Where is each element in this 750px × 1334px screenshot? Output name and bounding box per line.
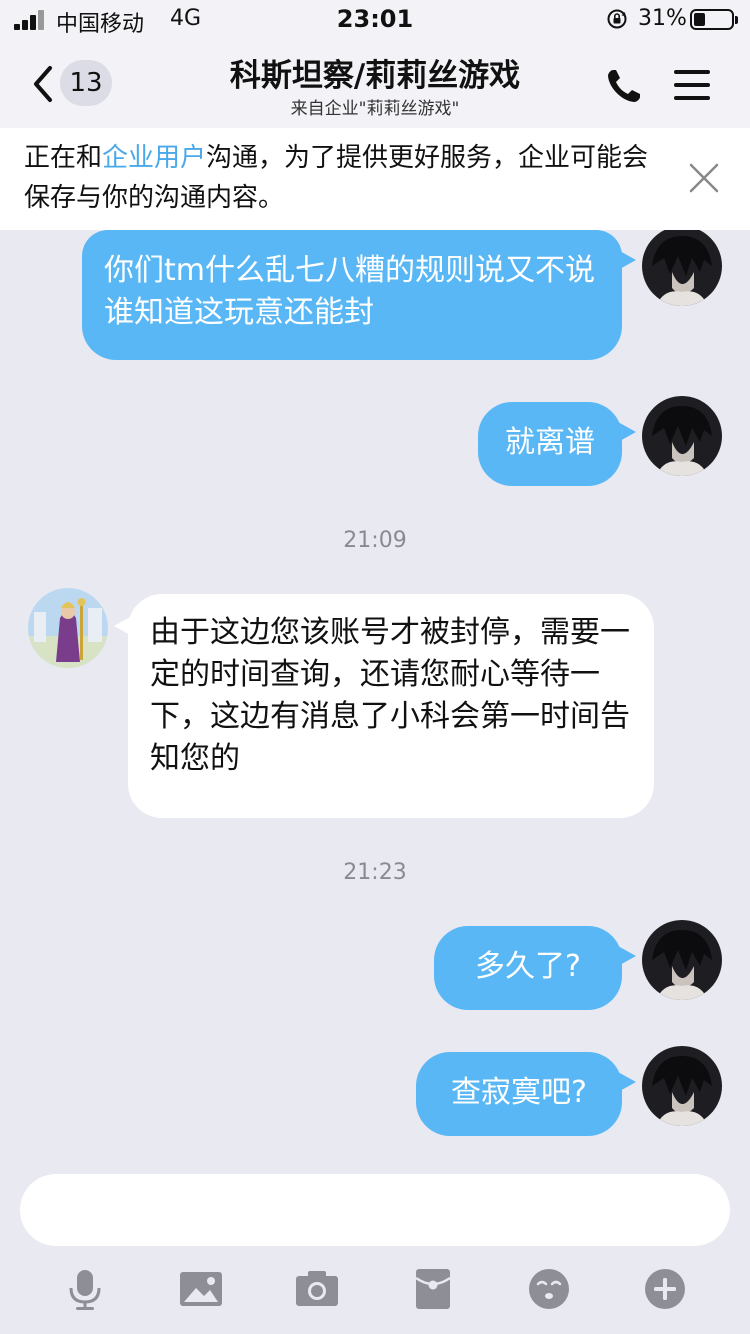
nav-bar: 13 科斯坦察/莉莉丝游戏 来自企业"莉莉丝游戏" (0, 40, 750, 128)
message-input[interactable] (20, 1174, 730, 1246)
message-text: 就离谱 (505, 425, 595, 460)
bubble-tail (618, 250, 636, 270)
battery-icon (690, 9, 738, 30)
outgoing-message[interactable]: 多久了? (434, 926, 622, 1010)
camera-icon[interactable] (294, 1266, 340, 1312)
outgoing-message[interactable]: 你们tm什么乱七八糟的规则说又不说谁知道这玩意还能封 (82, 230, 622, 360)
notice-prefix: 正在和 (24, 143, 103, 173)
message-text: 查寂寞吧? (451, 1075, 587, 1110)
rotation-lock-icon (607, 9, 627, 29)
bubble-tail (618, 422, 636, 442)
message-text: 由于这边您该账号才被封停，需要一定的时间查询，还请您耐心等待一下，这边有消息了小… (150, 615, 630, 776)
my-avatar[interactable] (642, 1046, 722, 1126)
my-avatar[interactable] (642, 920, 722, 1000)
message-list[interactable]: 你们tm什么乱七八糟的规则说又不说谁知道这玩意还能封 就离谱 21:09 由于这… (0, 230, 750, 1160)
message-text: 你们tm什么乱七八糟的规则说又不说谁知道这玩意还能封 (104, 253, 595, 330)
message-timestamp: 21:09 (343, 528, 407, 553)
phone-icon[interactable] (604, 66, 644, 106)
incoming-message[interactable]: 由于这边您该账号才被封停，需要一定的时间查询，还请您耐心等待一下，这边有消息了小… (128, 594, 654, 818)
message-timestamp: 21:23 (343, 860, 407, 885)
microphone-icon[interactable] (62, 1266, 108, 1312)
red-packet-icon[interactable] (410, 1266, 456, 1312)
my-avatar[interactable] (642, 230, 722, 306)
my-avatar[interactable] (642, 396, 722, 476)
outgoing-message[interactable]: 查寂寞吧? (416, 1052, 622, 1136)
close-icon[interactable] (686, 160, 722, 196)
privacy-notice: 正在和企业用户沟通，为了提供更好服务，企业可能会保存与你的沟通内容。 (0, 128, 750, 230)
message-text: 多久了? (475, 949, 581, 984)
outgoing-message[interactable]: 就离谱 (478, 402, 622, 486)
agent-avatar[interactable] (28, 588, 108, 668)
menu-icon[interactable] (674, 68, 712, 102)
input-bar (0, 1160, 750, 1334)
plus-icon[interactable] (642, 1266, 688, 1312)
emoji-icon[interactable] (526, 1266, 572, 1312)
enterprise-user-link[interactable]: 企业用户 (102, 143, 206, 173)
status-bar: 中国移动 4G 23:01 31% (0, 0, 750, 40)
notice-text: 正在和企业用户沟通，为了提供更好服务，企业可能会保存与你的沟通内容。 (24, 138, 664, 218)
bubble-tail (618, 1072, 636, 1092)
image-icon[interactable] (178, 1266, 224, 1312)
battery-fill (694, 13, 705, 26)
battery-percent: 31% (638, 6, 687, 31)
chat-screen: 中国移动 4G 23:01 31% 13 科斯坦察/莉莉丝游戏 来自企业"莉莉丝… (0, 0, 750, 1334)
bubble-tail (618, 946, 636, 966)
